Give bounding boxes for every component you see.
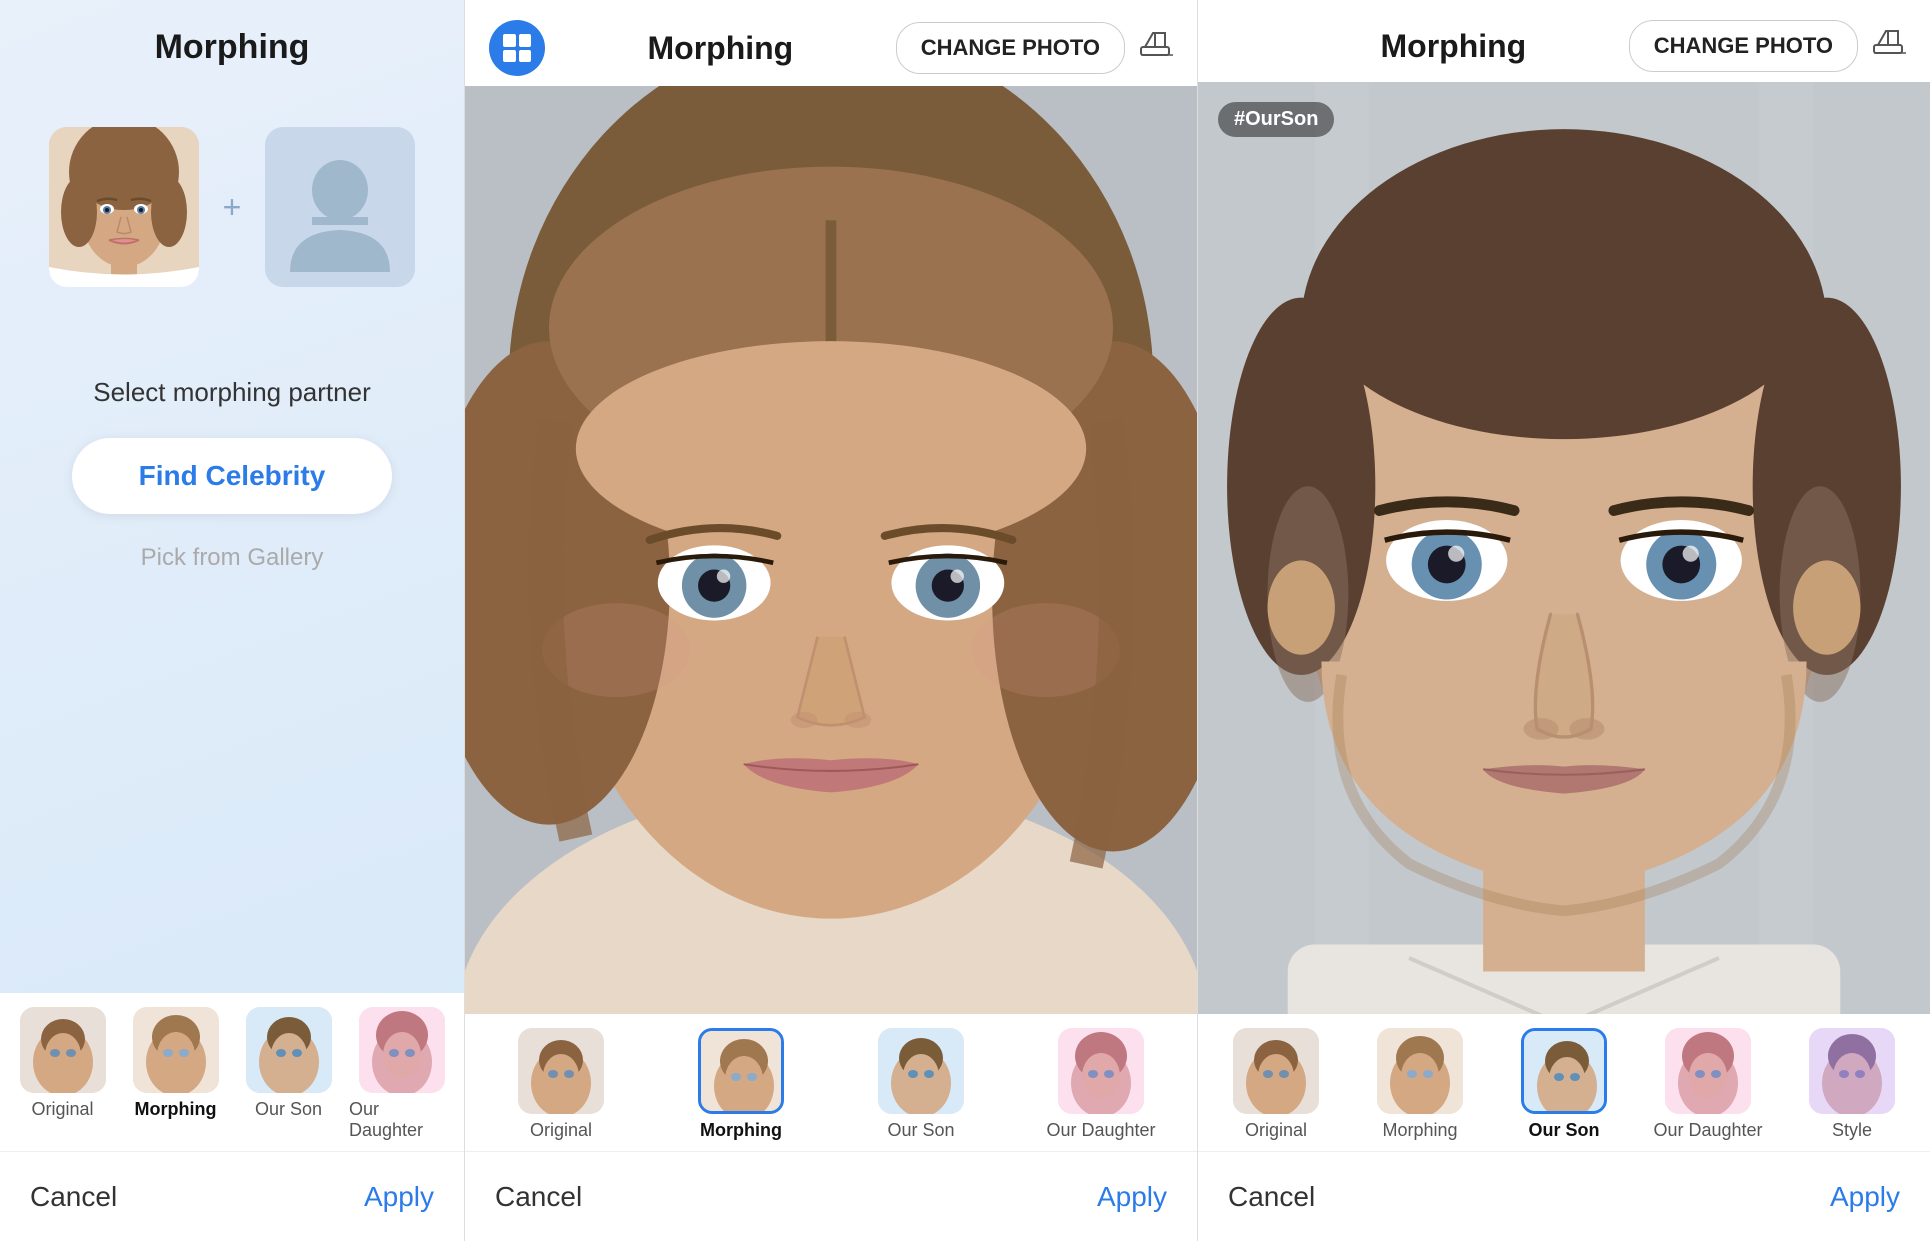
- panel3-tab-morphing-label: Morphing: [1382, 1120, 1457, 1141]
- panel1-tabs: Original Morphing: [0, 993, 464, 1151]
- morph-selection-area: +: [0, 87, 464, 317]
- panel2-header-left: [489, 20, 545, 76]
- panel1-bottom-bar: Cancel Apply: [0, 1151, 464, 1241]
- eraser-icon[interactable]: [1137, 27, 1173, 70]
- panel2-title: Morphing: [545, 30, 896, 67]
- panel3-title: Morphing: [1278, 28, 1629, 65]
- placeholder-face-svg: [280, 142, 400, 272]
- partner-photo-placeholder[interactable]: [265, 127, 415, 287]
- panel3-tab-ourdaughter-label: Our Daughter: [1653, 1120, 1762, 1141]
- panel3-tab-original-label: Original: [1245, 1120, 1307, 1141]
- panel2-apply-button[interactable]: Apply: [1097, 1181, 1167, 1213]
- panel3-tab-style-thumb: [1809, 1028, 1895, 1114]
- grid-icon: [503, 34, 531, 62]
- panel3-cancel-button[interactable]: Cancel: [1228, 1181, 1315, 1213]
- tab-original-label: Original: [31, 1099, 93, 1120]
- panel3-apply-button[interactable]: Apply: [1830, 1181, 1900, 1213]
- panel3-eraser-icon[interactable]: [1870, 25, 1906, 68]
- panel3-tab-ourson-thumb: [1521, 1028, 1607, 1114]
- panel3-tab-original[interactable]: Original: [1208, 1028, 1344, 1141]
- panel1-apply-button[interactable]: Apply: [364, 1181, 434, 1213]
- tab-ourson[interactable]: Our Son: [236, 1007, 341, 1141]
- tab-ourdaughter-thumb: [359, 1007, 445, 1093]
- select-morphing-partner-label: Select morphing partner: [0, 377, 464, 408]
- tab-original[interactable]: Original: [10, 1007, 115, 1141]
- source-photo[interactable]: [49, 127, 199, 287]
- panel-ourson-result: Morphing CHANGE PHOTO: [1197, 0, 1930, 1241]
- panel3-header-right: CHANGE PHOTO: [1629, 20, 1906, 72]
- panel2-header-right: CHANGE PHOTO: [896, 22, 1173, 74]
- panel3-bottom-bar: Cancel Apply: [1198, 1151, 1930, 1241]
- panel3-tab-ourdaughter-thumb: [1665, 1028, 1751, 1114]
- panel-morphing-result: Morphing CHANGE PHOTO: [464, 0, 1197, 1241]
- tab-morphing-thumb: [133, 1007, 219, 1093]
- panel2-tab-ourson-label: Our Son: [887, 1120, 954, 1141]
- panel3-tab-morphing-thumb: [1377, 1028, 1463, 1114]
- panel2-tab-original-thumb: [518, 1028, 604, 1114]
- panel1-cancel-button[interactable]: Cancel: [30, 1181, 117, 1213]
- tab-morphing-label: Morphing: [135, 1099, 217, 1120]
- panel2-tab-original-label: Original: [530, 1120, 592, 1141]
- panel2-tab-ourdaughter-thumb: [1058, 1028, 1144, 1114]
- panel3-change-photo-button[interactable]: CHANGE PHOTO: [1629, 20, 1858, 72]
- panel2-tab-ourdaughter-label: Our Daughter: [1046, 1120, 1155, 1141]
- tab-ourson-label: Our Son: [255, 1099, 322, 1120]
- panel3-header: Morphing CHANGE PHOTO: [1198, 0, 1930, 82]
- plus-separator: +: [223, 189, 242, 226]
- panel2-header: Morphing CHANGE PHOTO: [465, 0, 1197, 86]
- panel3-tab-ourson-label: Our Son: [1529, 1120, 1600, 1141]
- tab-original-thumb: [20, 1007, 106, 1093]
- panel-setup: Morphing: [0, 0, 464, 1241]
- panel2-cancel-button[interactable]: Cancel: [495, 1181, 582, 1213]
- panel2-tab-ourson[interactable]: Our Son: [835, 1028, 1007, 1141]
- panel2-bottom-bar: Cancel Apply: [465, 1151, 1197, 1241]
- panel2-tab-ourson-thumb: [878, 1028, 964, 1114]
- panel3-tab-original-thumb: [1233, 1028, 1319, 1114]
- tab-ourdaughter[interactable]: Our Daughter: [349, 1007, 454, 1141]
- panel2-tab-original[interactable]: Original: [475, 1028, 647, 1141]
- ourson-tag: #OurSon: [1218, 102, 1334, 137]
- panel3-tab-morphing[interactable]: Morphing: [1352, 1028, 1488, 1141]
- tab-ourson-thumb: [246, 1007, 332, 1093]
- panel3-tab-style[interactable]: Style: [1784, 1028, 1920, 1141]
- panel2-tab-morphing-thumb: [698, 1028, 784, 1114]
- panel2-tab-morphing[interactable]: Morphing: [655, 1028, 827, 1141]
- panel1-title: Morphing: [0, 0, 464, 87]
- panel3-tab-ourson[interactable]: Our Son: [1496, 1028, 1632, 1141]
- panel2-tab-morphing-label: Morphing: [700, 1120, 782, 1141]
- panel3-tabs: Original Morphing: [1198, 1014, 1930, 1151]
- panel2-tab-ourdaughter[interactable]: Our Daughter: [1015, 1028, 1187, 1141]
- source-face-svg: [49, 127, 199, 287]
- panel2-tabs: Original Morphing: [465, 1014, 1197, 1151]
- find-celebrity-button[interactable]: Find Celebrity: [72, 438, 392, 514]
- panel2-change-photo-button[interactable]: CHANGE PHOTO: [896, 22, 1125, 74]
- tab-morphing[interactable]: Morphing: [123, 1007, 228, 1141]
- pick-from-gallery-link[interactable]: Pick from Gallery: [0, 544, 464, 572]
- tab-ourdaughter-label: Our Daughter: [349, 1099, 454, 1141]
- panel3-tab-ourdaughter[interactable]: Our Daughter: [1640, 1028, 1776, 1141]
- grid-icon-button[interactable]: [489, 20, 545, 76]
- panel3-tab-style-label: Style: [1832, 1120, 1872, 1141]
